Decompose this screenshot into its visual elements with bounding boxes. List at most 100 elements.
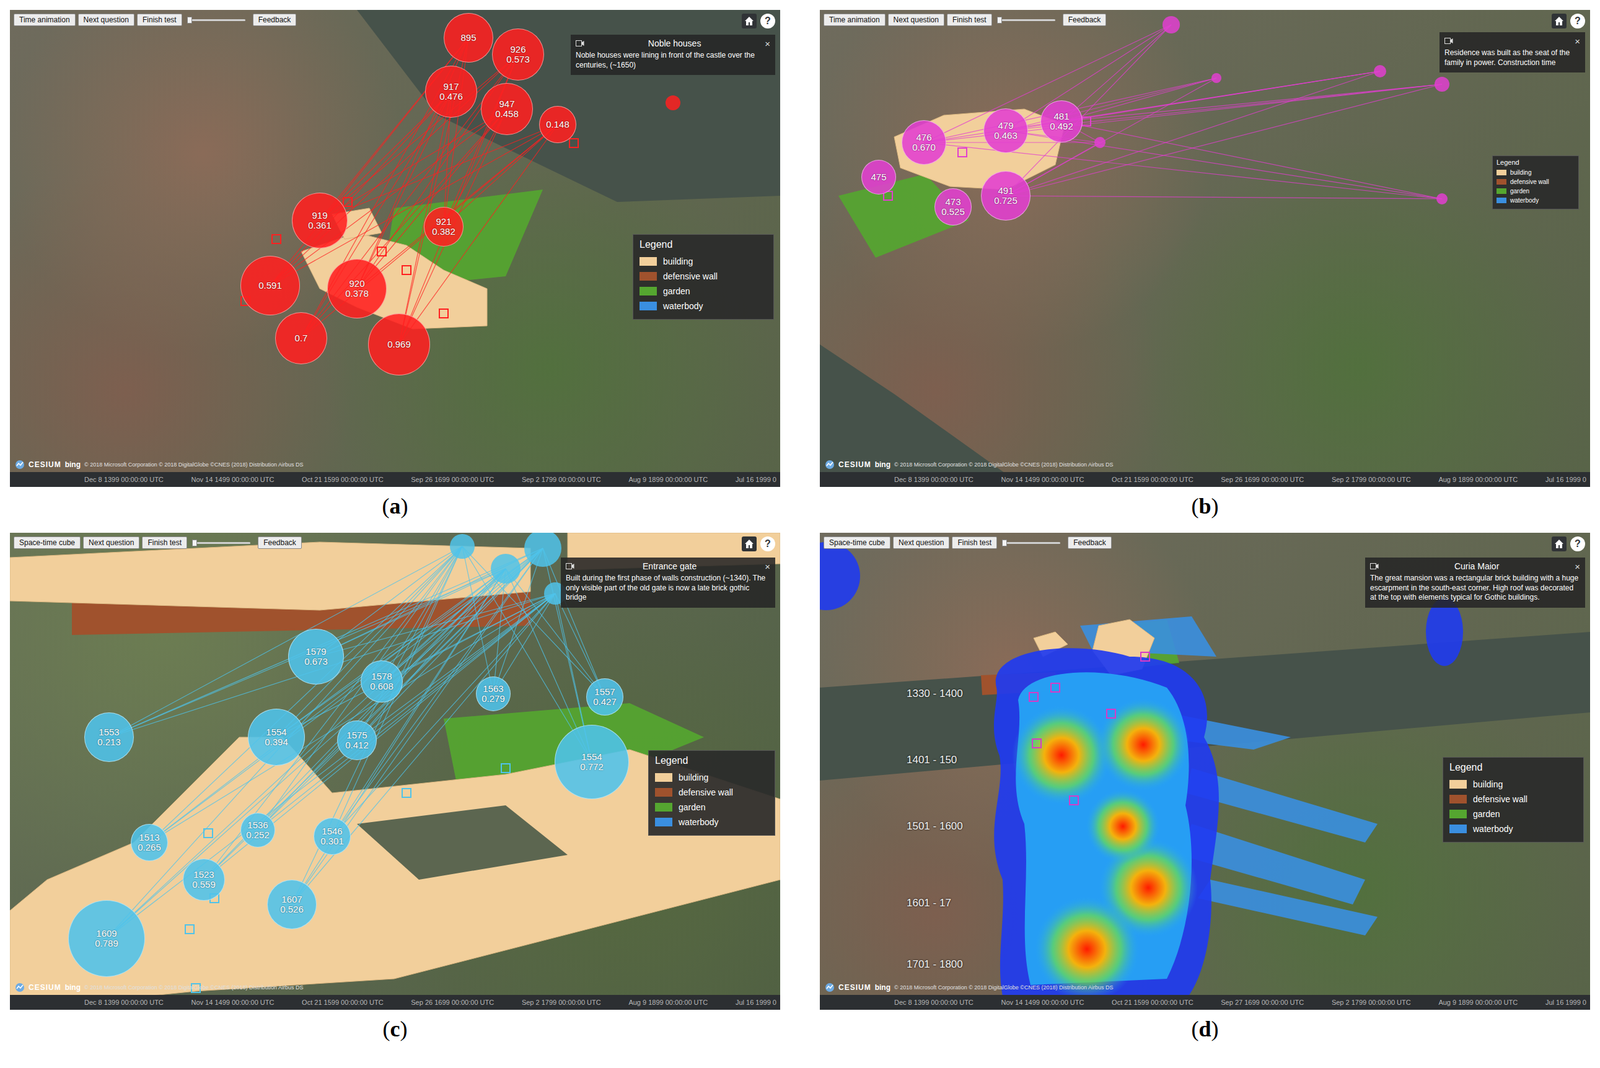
location-marker[interactable] (203, 829, 213, 838)
bubble-dot[interactable] (490, 553, 521, 584)
home-button[interactable] (1551, 13, 1567, 29)
bubble-dot[interactable] (449, 534, 475, 559)
location-marker[interactable] (439, 309, 449, 318)
timeline[interactable]: Dec 8 1399 00:00:00 UTCNov 14 1499 00:00… (819, 472, 1591, 488)
answer-bubble[interactable]: 15630.279 (475, 676, 511, 712)
answer-bubble[interactable]: 9470.458 (480, 83, 533, 136)
answer-bubble[interactable]: 4760.670 (901, 120, 947, 165)
toolbar-button[interactable]: Finish test (136, 13, 183, 27)
location-marker[interactable] (272, 234, 281, 244)
toolbar-button[interactable]: Space-time cube (13, 536, 81, 550)
cesium-logo[interactable]: CESIUM (838, 460, 872, 470)
bubble-dot[interactable] (1436, 193, 1448, 205)
feedback-button[interactable]: Feedback (252, 13, 297, 27)
toolbar-button[interactable]: Time animation (823, 13, 886, 27)
feedback-button[interactable]: Feedback (257, 536, 302, 550)
close-button[interactable]: × (1574, 35, 1581, 47)
answer-bubble[interactable]: 15360.252 (240, 813, 276, 848)
building[interactable] (9, 737, 781, 1011)
toolbar-button[interactable]: Space-time cube (823, 536, 891, 550)
feedback-button[interactable]: Feedback (1062, 13, 1107, 27)
toolbar-button[interactable]: Next question (78, 13, 135, 27)
location-marker[interactable] (343, 197, 352, 207)
close-button[interactable]: × (1574, 561, 1581, 572)
location-marker[interactable] (1029, 692, 1038, 702)
answer-bubble[interactable]: 15460.301 (313, 817, 351, 856)
camera-icon[interactable] (565, 563, 575, 570)
answer-bubble[interactable]: 9260.573 (492, 28, 545, 81)
answer-bubble[interactable]: 15750.412 (337, 720, 377, 761)
answer-bubble[interactable]: 15530.213 (84, 712, 134, 763)
answer-bubble[interactable]: 9210.382 (423, 206, 464, 247)
slider-thumb[interactable] (187, 16, 193, 24)
camera-icon[interactable] (1444, 37, 1454, 44)
close-button[interactable]: × (764, 561, 771, 572)
location-marker[interactable] (1106, 709, 1116, 719)
location-marker[interactable] (1081, 117, 1091, 126)
bing-logo[interactable]: bing (65, 460, 81, 470)
answer-bubble[interactable]: 0.7 (275, 312, 328, 365)
location-marker[interactable] (501, 764, 510, 773)
help-button[interactable]: ? (760, 13, 776, 29)
answer-bubble[interactable]: 4790.463 (983, 108, 1029, 154)
camera-icon[interactable] (575, 40, 585, 47)
slider-thumb[interactable] (997, 16, 1003, 24)
map-view[interactable]: 4760.6704790.4634810.4924754730.5254910.… (819, 9, 1591, 488)
bing-logo[interactable]: bing (65, 983, 81, 993)
help-button[interactable]: ? (1570, 13, 1586, 29)
bubble-dot[interactable] (1434, 76, 1450, 92)
cesium-logo[interactable]: CESIUM (28, 983, 62, 993)
toolbar-button[interactable]: Time animation (13, 13, 76, 27)
slider[interactable] (999, 19, 1056, 22)
answer-bubble[interactable]: 15540.394 (247, 708, 305, 766)
toolbar-button[interactable]: Finish test (141, 536, 188, 550)
toolbar-button[interactable]: Finish test (951, 536, 998, 550)
help-button[interactable]: ? (760, 536, 776, 552)
answer-bubble[interactable]: 0.591 (240, 255, 300, 316)
bing-logo[interactable]: bing (874, 983, 891, 993)
location-marker[interactable] (1032, 739, 1042, 748)
toolbar-button[interactable]: Next question (892, 536, 950, 550)
answer-bubble[interactable]: 16070.526 (267, 879, 317, 930)
answer-bubble[interactable]: 4730.525 (934, 188, 972, 226)
location-marker[interactable] (569, 138, 579, 148)
location-marker[interactable] (377, 247, 387, 256)
slider[interactable] (194, 542, 251, 545)
cesium-logo[interactable]: CESIUM (28, 460, 62, 470)
cesium-logo[interactable]: CESIUM (838, 983, 872, 993)
help-button[interactable]: ? (1570, 536, 1586, 552)
slider[interactable] (189, 19, 246, 22)
answer-bubble[interactable]: 15570.427 (586, 678, 624, 716)
slider-thumb[interactable] (192, 539, 198, 547)
answer-bubble[interactable]: 4810.492 (1040, 100, 1083, 143)
map-view[interactable]: 8959260.5739170.4769470.4580.1489190.361… (9, 9, 781, 488)
location-marker[interactable] (402, 265, 411, 275)
location-marker[interactable] (1050, 683, 1060, 693)
bubble-dot[interactable] (1162, 16, 1180, 34)
answer-bubble[interactable]: 9170.476 (425, 65, 478, 118)
home-button[interactable] (741, 13, 757, 29)
answer-bubble[interactable]: 15780.608 (360, 660, 403, 703)
home-button[interactable] (1551, 536, 1567, 552)
answer-bubble[interactable]: 15230.559 (182, 858, 225, 902)
toolbar-button[interactable]: Next question (83, 536, 140, 550)
location-marker[interactable] (402, 788, 411, 798)
bubble-dot[interactable] (1211, 73, 1222, 84)
slider[interactable] (1004, 542, 1061, 545)
location-marker[interactable] (185, 925, 194, 934)
answer-bubble[interactable]: 475 (861, 159, 897, 195)
answer-bubble[interactable]: 9200.378 (327, 259, 387, 319)
answer-bubble[interactable]: 0.969 (368, 313, 431, 376)
timeline[interactable]: Dec 8 1399 00:00:00 UTCNov 14 1499 00:00… (9, 472, 781, 488)
answer-bubble[interactable]: 15130.265 (130, 824, 168, 862)
answer-bubble[interactable]: 16090.789 (68, 900, 146, 978)
answer-bubble[interactable]: 9190.361 (291, 192, 348, 249)
bubble-dot[interactable] (1373, 65, 1387, 78)
slider-thumb[interactable] (1002, 539, 1007, 547)
bubble-dot[interactable] (524, 532, 562, 568)
close-button[interactable]: × (764, 38, 771, 49)
toolbar-button[interactable]: Finish test (946, 13, 993, 27)
location-marker[interactable] (1069, 796, 1079, 805)
garden[interactable] (838, 174, 969, 258)
camera-icon[interactable] (1370, 563, 1379, 570)
